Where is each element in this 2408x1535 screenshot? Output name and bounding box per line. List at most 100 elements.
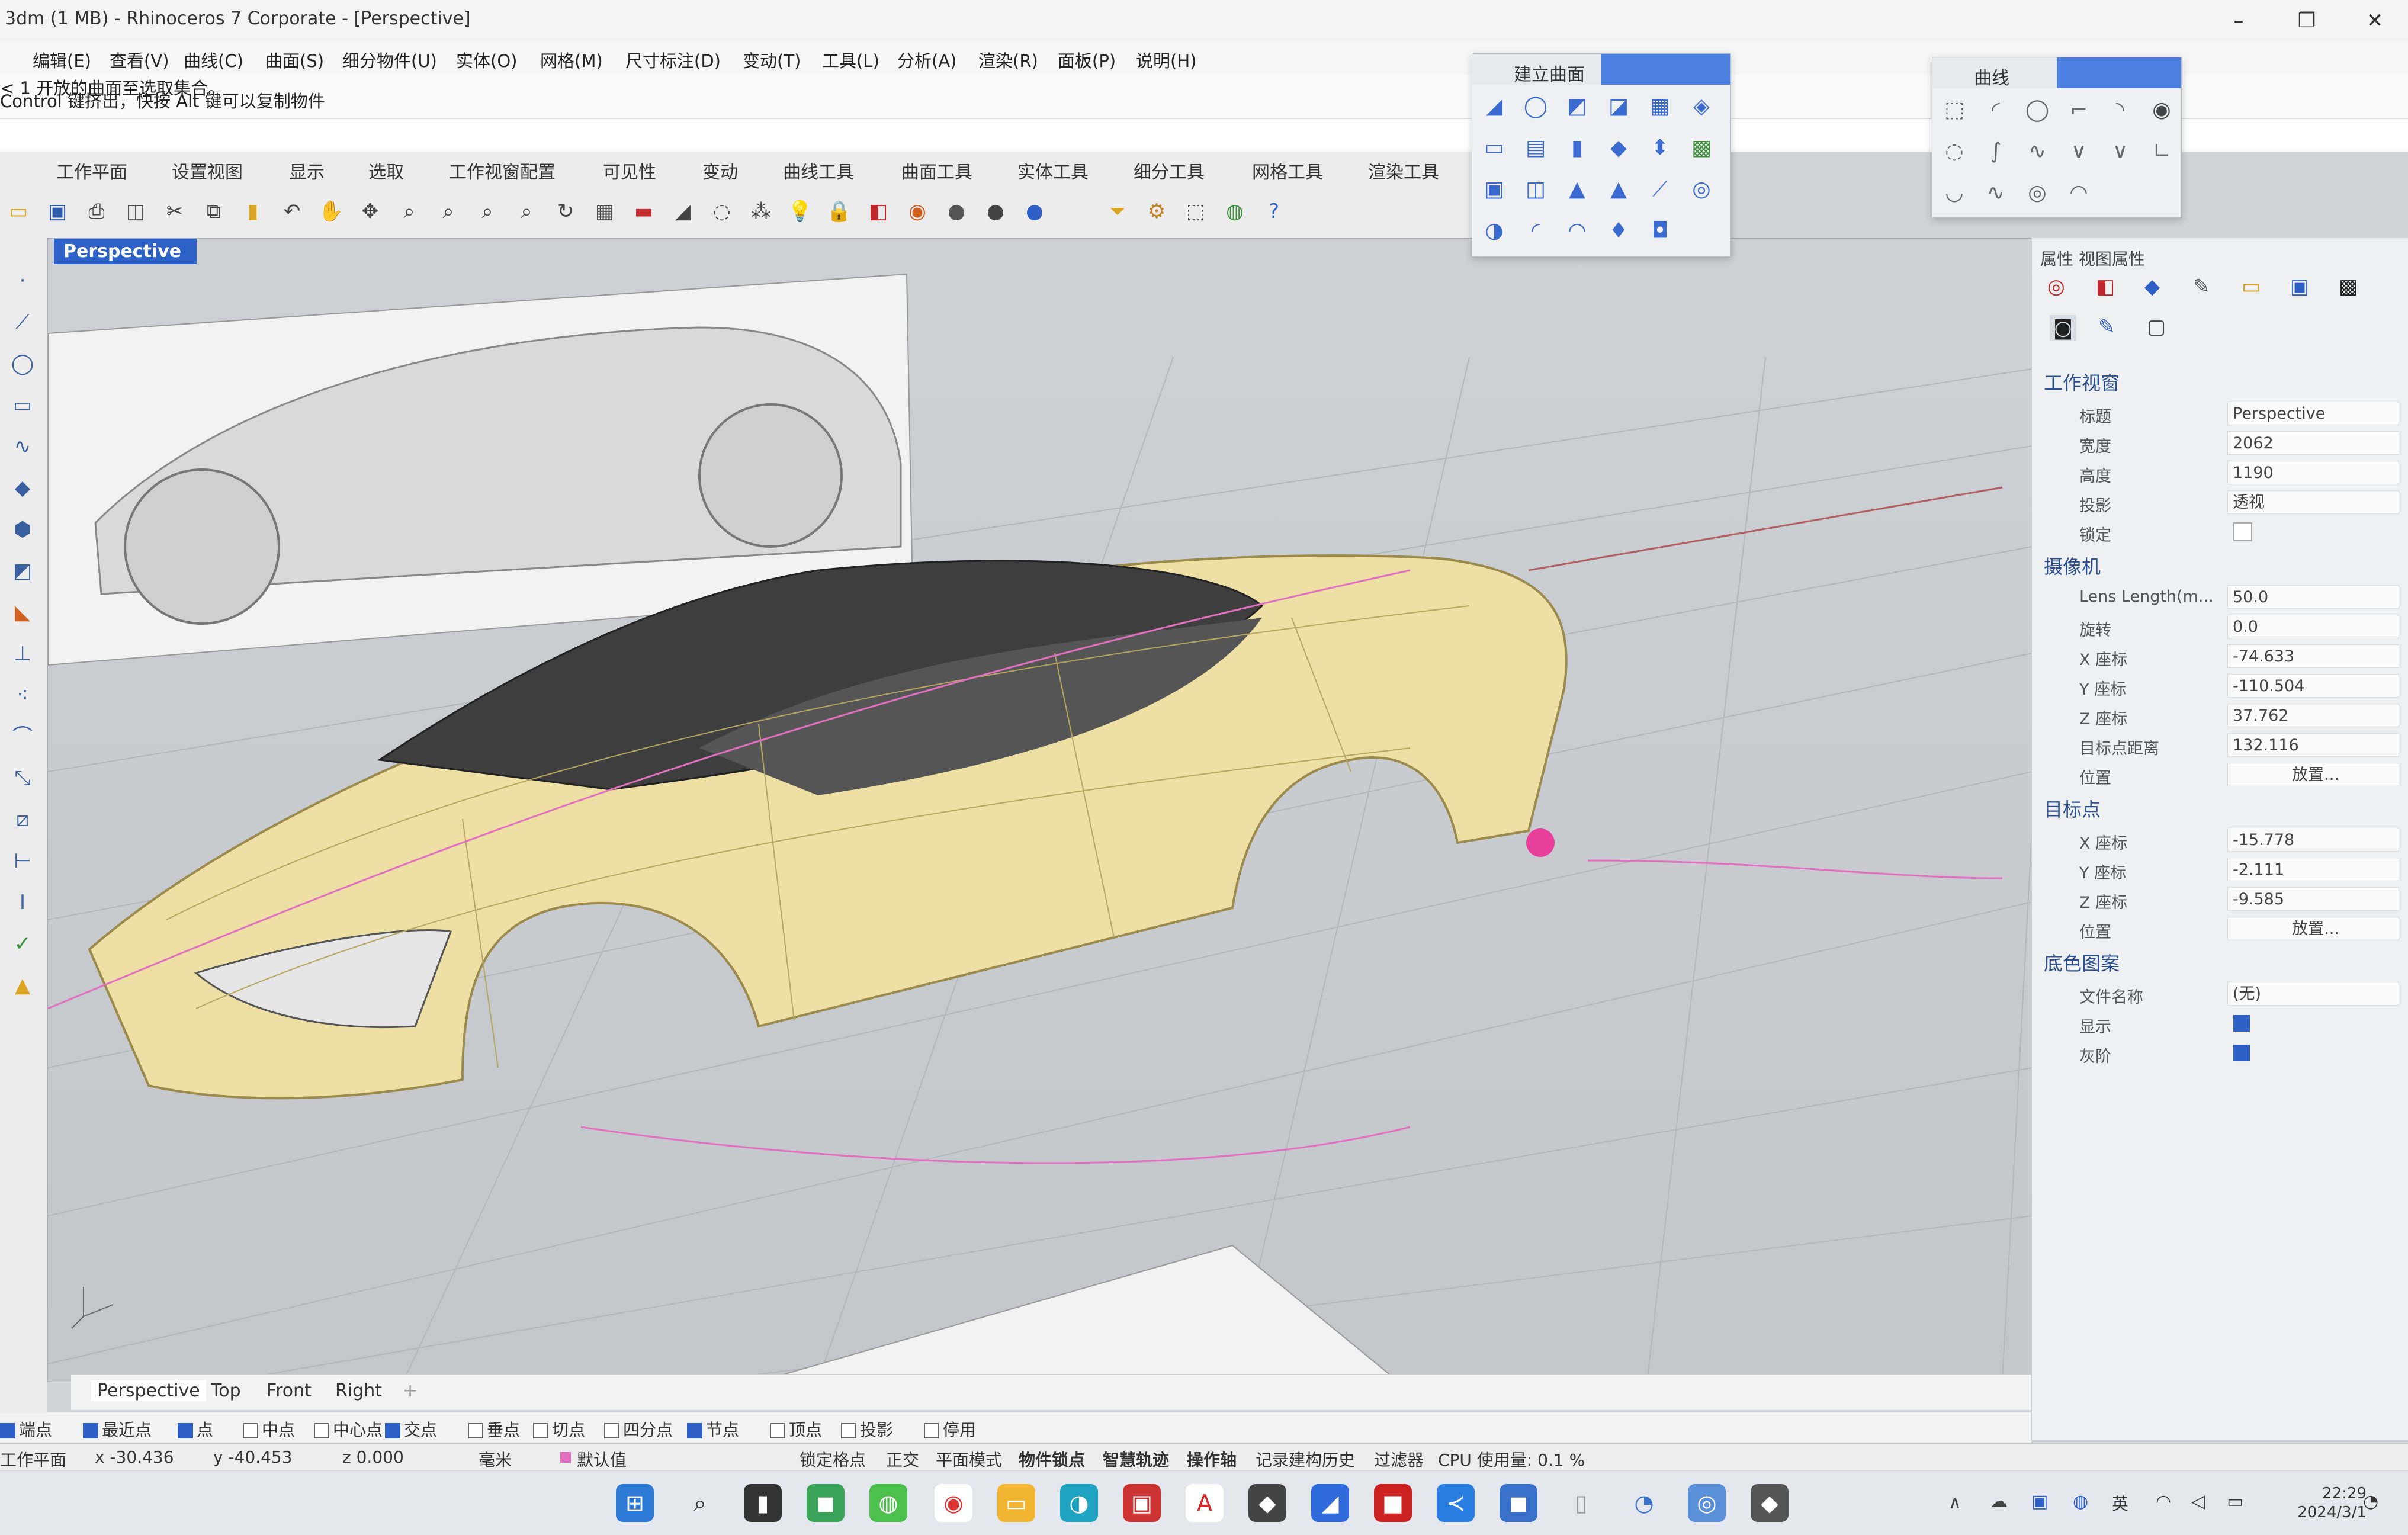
- settings-gear-icon[interactable]: ⚙: [1141, 195, 1173, 227]
- patch-icon[interactable]: ◈: [1685, 91, 1717, 123]
- tab-mesh-tools[interactable]: 网格工具: [1252, 158, 1323, 184]
- pen-icon[interactable]: ✎: [2193, 275, 2210, 298]
- height-field[interactable]: 1190: [2227, 461, 2399, 484]
- camera-y-field[interactable]: -110.504: [2227, 674, 2399, 698]
- move-icon[interactable]: ✥: [354, 195, 386, 227]
- menu-view[interactable]: 查看(V): [110, 47, 169, 72]
- dimension-icon[interactable]: ⊢: [4, 842, 41, 880]
- osnap-12[interactable]: 停用: [924, 1417, 976, 1441]
- cone-icon[interactable]: ▲: [1603, 174, 1635, 205]
- polyline-icon[interactable]: ⟋: [4, 303, 41, 341]
- title-field[interactable]: Perspective: [2227, 402, 2399, 425]
- osnap-checkbox[interactable]: [243, 1423, 258, 1438]
- status-history[interactable]: 记录建构历史: [1256, 1447, 1355, 1471]
- target-place-button[interactable]: 放置...: [2227, 917, 2399, 940]
- surface-panel-header[interactable]: 建立曲面: [1472, 54, 1730, 85]
- help-icon[interactable]: ?: [1258, 195, 1290, 227]
- surface-icon[interactable]: ◆: [4, 469, 41, 507]
- app-icon-8[interactable]: ◎: [1688, 1484, 1726, 1522]
- osnap-checkbox[interactable]: [0, 1423, 15, 1438]
- ellipse-curve-icon[interactable]: ◉: [2146, 94, 2178, 126]
- pan-icon[interactable]: ✋: [315, 195, 347, 227]
- filename-field[interactable]: (无): [2227, 982, 2399, 1006]
- boolean-icon[interactable]: ⊥: [4, 635, 41, 673]
- osnap-checkbox[interactable]: [687, 1423, 702, 1438]
- viewport-tab-right[interactable]: Right: [335, 1380, 382, 1401]
- line-curve-icon[interactable]: ∟: [2146, 136, 2178, 168]
- status-smarttrack[interactable]: 智慧轨迹: [1103, 1447, 1169, 1471]
- mesh-icon[interactable]: ◩: [4, 552, 41, 590]
- start-icon[interactable]: ⊞: [616, 1484, 654, 1522]
- perspective-viewport[interactable]: Perspective: [47, 238, 2033, 1382]
- vscode-icon[interactable]: ≺: [1437, 1484, 1475, 1522]
- set-cplane-icon[interactable]: ◢: [667, 195, 699, 227]
- layer-indicator[interactable]: 默认值: [577, 1447, 627, 1471]
- osnap-checkbox[interactable]: [604, 1423, 619, 1438]
- color-wheel-icon[interactable]: ◉: [901, 195, 933, 227]
- tab-curve-tools[interactable]: 曲线工具: [783, 158, 854, 184]
- camera-x-field[interactable]: -74.633: [2227, 644, 2399, 668]
- points-on-icon[interactable]: ⁖: [4, 676, 41, 714]
- cut-icon[interactable]: ✂: [159, 195, 191, 227]
- sphere-surface-icon[interactable]: ◯: [1520, 91, 1552, 123]
- tab-render-tools[interactable]: 渲染工具: [1368, 158, 1439, 184]
- fillet-surface-icon[interactable]: ◜: [1520, 215, 1552, 247]
- rect-curve-icon[interactable]: ⬚: [1938, 94, 1970, 126]
- add-viewport-icon[interactable]: +: [403, 1380, 418, 1401]
- target-x-field[interactable]: -15.778: [2227, 828, 2399, 852]
- projection-select[interactable]: 透视: [2227, 490, 2399, 514]
- undo-icon[interactable]: ↶: [276, 195, 308, 227]
- zoom-selected-icon[interactable]: ⌕: [511, 195, 542, 227]
- volume-icon[interactable]: ◁: [2191, 1491, 2205, 1512]
- offset-curve-icon[interactable]: ◌: [1938, 136, 1970, 168]
- minimize-button[interactable]: –: [2215, 6, 2262, 36]
- osnap-checkbox[interactable]: [841, 1423, 856, 1438]
- menu-subd[interactable]: 细分物件(U): [342, 47, 437, 72]
- rotation-field[interactable]: 0.0: [2227, 615, 2399, 638]
- zoom-extents-icon[interactable]: ⌕: [471, 195, 503, 227]
- tab-subd-tools[interactable]: 细分工具: [1134, 158, 1205, 184]
- menu-curve[interactable]: 曲线(C): [184, 47, 243, 72]
- curve-on-surface-icon[interactable]: ⟋: [1644, 174, 1676, 205]
- viewport-tab-front[interactable]: Front: [267, 1380, 312, 1401]
- scale-icon[interactable]: ⧄: [4, 801, 41, 839]
- app-icon-3[interactable]: ▣: [1123, 1484, 1161, 1522]
- rhino-icon-2[interactable]: ◆: [1751, 1484, 1789, 1522]
- osnap-checkbox[interactable]: [533, 1423, 548, 1438]
- camera-icon[interactable]: ◙: [2050, 315, 2076, 341]
- text-icon[interactable]: Ⅰ: [4, 884, 41, 921]
- target-y-field[interactable]: -2.111: [2227, 858, 2399, 881]
- zoom-region-icon[interactable]: ⬚: [1180, 195, 1212, 227]
- copy-icon[interactable]: ⧉: [198, 195, 230, 227]
- filter-icon[interactable]: ⏷: [1102, 195, 1134, 227]
- color-icon[interactable]: ◎: [2047, 275, 2065, 298]
- menu-surface[interactable]: 曲面(S): [265, 47, 324, 72]
- tab-cplanes[interactable]: 工作平面: [56, 158, 127, 184]
- zoom-window-icon[interactable]: ⌕: [432, 195, 464, 227]
- status-ortho[interactable]: 正交: [886, 1447, 919, 1471]
- tab-visibility[interactable]: 可见性: [603, 158, 656, 184]
- osnap-4[interactable]: 中心点: [314, 1417, 383, 1441]
- transform-icon[interactable]: ⤡: [4, 759, 41, 797]
- status-planar[interactable]: 平面模式: [936, 1447, 1002, 1471]
- osnap-checkbox[interactable]: [924, 1423, 939, 1438]
- solid-icon[interactable]: ⬢: [4, 510, 41, 548]
- tab-select[interactable]: 选取: [368, 158, 404, 184]
- circle-tool-icon[interactable]: ◯: [4, 345, 41, 383]
- surface-from-points-icon[interactable]: ◢: [1478, 91, 1510, 123]
- osnap-checkbox[interactable]: [770, 1423, 785, 1438]
- freeform-curve-icon[interactable]: ∿: [1980, 177, 2012, 209]
- zoom-icon[interactable]: ⌕: [393, 195, 425, 227]
- status-gumball[interactable]: 操作轴: [1187, 1447, 1237, 1471]
- render-icon[interactable]: ●: [1019, 195, 1051, 227]
- camera-z-field[interactable]: 37.762: [2227, 704, 2399, 727]
- osnap-2[interactable]: 点: [178, 1417, 213, 1441]
- menu-tools[interactable]: 工具(L): [822, 47, 879, 72]
- edge-icon[interactable]: ◑: [1060, 1484, 1098, 1522]
- menu-render[interactable]: 渲染(R): [978, 47, 1038, 72]
- circle-icon[interactable]: ◌: [706, 195, 738, 227]
- app-icon-5[interactable]: ◼: [1500, 1484, 1537, 1522]
- shaded-sphere-icon[interactable]: ●: [940, 195, 972, 227]
- viewport-tab-perspective[interactable]: Perspective: [91, 1380, 206, 1401]
- system-clock[interactable]: 22:29 2024/3/1: [2297, 1484, 2367, 1522]
